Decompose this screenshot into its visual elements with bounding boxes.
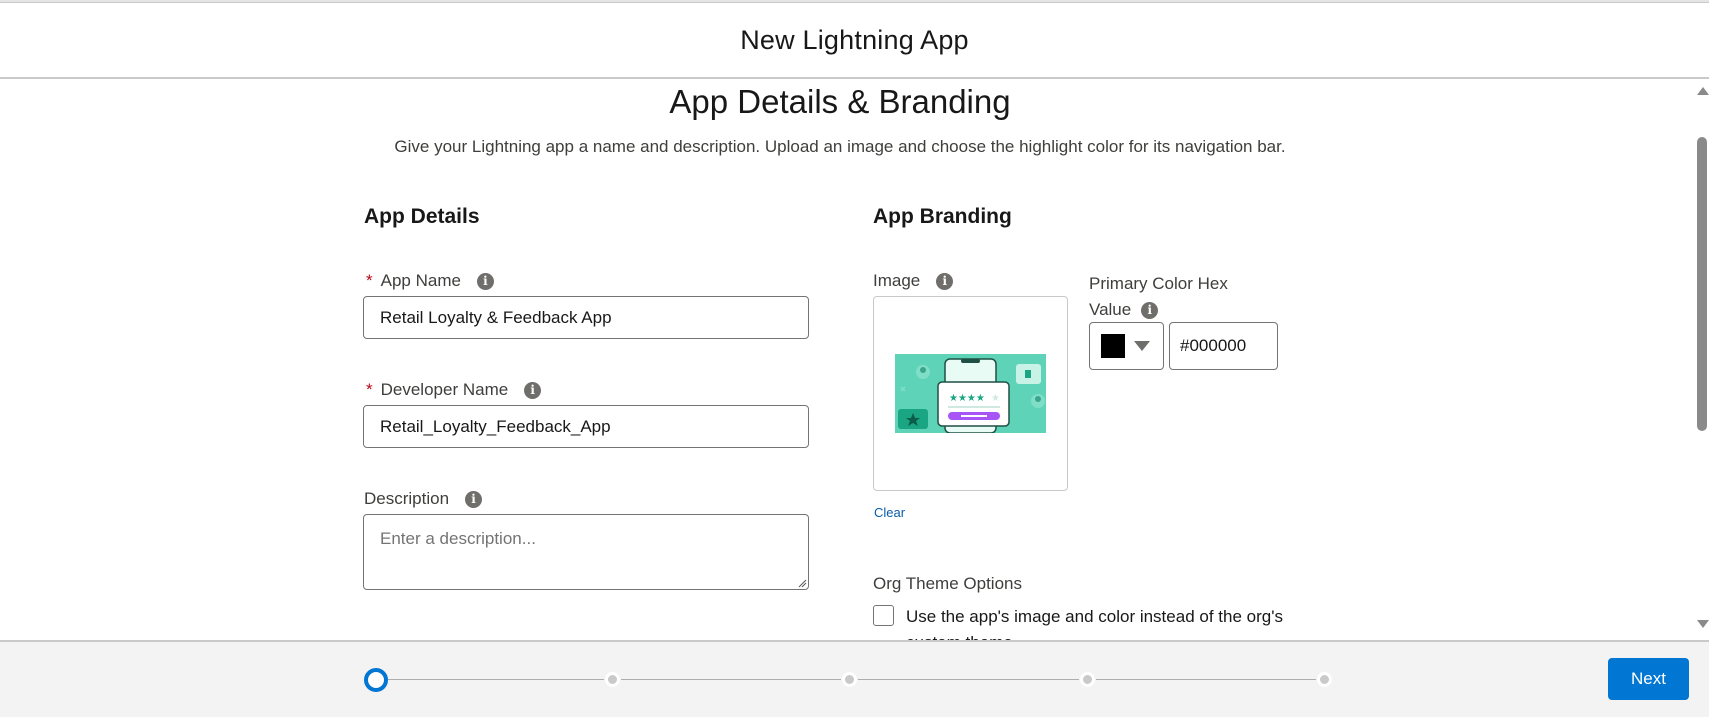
scroll-thumb[interactable] xyxy=(1697,137,1707,431)
info-icon[interactable]: i xyxy=(465,490,483,508)
modal-header: New Lightning App xyxy=(0,3,1709,79)
progress-step-2[interactable] xyxy=(605,672,620,687)
info-icon[interactable]: i xyxy=(1141,301,1159,319)
app-image-preview: ★★★★ ★ xyxy=(895,354,1046,433)
developer-name-label: * Developer Name i xyxy=(366,380,542,400)
description-label-text: Description xyxy=(364,489,450,508)
modal-body[interactable]: App Details & Branding Give your Lightni… xyxy=(0,81,1709,640)
progress-step-1[interactable] xyxy=(364,668,388,692)
info-icon[interactable]: i xyxy=(524,381,542,399)
progress-step-3[interactable] xyxy=(842,672,857,687)
image-label-text: Image xyxy=(873,271,921,290)
clear-image-link[interactable]: Clear xyxy=(874,505,905,520)
caret-down-icon xyxy=(1134,341,1150,351)
developer-name-label-text: Developer Name xyxy=(380,380,509,399)
app-image-upload[interactable]: ★★★★ ★ xyxy=(873,296,1068,491)
vertical-scrollbar[interactable] xyxy=(1694,81,1709,640)
color-picker-button[interactable] xyxy=(1089,322,1164,370)
progress-step-4[interactable] xyxy=(1080,672,1095,687)
scroll-up-arrow-icon[interactable] xyxy=(1697,87,1709,95)
info-icon[interactable]: i xyxy=(476,272,494,290)
progress-step-5[interactable] xyxy=(1317,672,1332,687)
app-name-label: * App Name i xyxy=(366,271,494,291)
app-name-input[interactable]: Retail Loyalty & Feedback App xyxy=(363,296,809,339)
modal-footer: Next xyxy=(0,640,1709,717)
developer-name-input[interactable]: Retail_Loyalty_Feedback_App xyxy=(363,405,809,448)
primary-color-label: Primary Color Hex Value i xyxy=(1089,271,1228,323)
app-details-heading: App Details xyxy=(364,205,480,228)
color-swatch xyxy=(1101,334,1125,358)
org-theme-checkbox-label: Use the app's image and color instead of… xyxy=(906,607,1283,640)
next-button[interactable]: Next xyxy=(1608,658,1689,700)
app-branding-heading: App Branding xyxy=(873,205,1012,228)
info-icon[interactable]: i xyxy=(936,272,954,290)
app-name-label-text: App Name xyxy=(380,271,461,290)
primary-color-label-line2-row: Value i xyxy=(1089,297,1228,323)
primary-color-label-line1: Primary Color Hex xyxy=(1089,274,1228,293)
resize-grip-icon[interactable] xyxy=(797,578,807,588)
description-label: Description i xyxy=(364,489,483,509)
required-marker: * xyxy=(366,271,373,290)
app-name-value: Retail Loyalty & Feedback App xyxy=(380,307,612,327)
required-marker: * xyxy=(366,380,373,399)
description-textarea[interactable] xyxy=(363,514,809,590)
image-label: Image i xyxy=(873,271,954,291)
page-title: App Details & Branding xyxy=(669,83,1011,120)
svg-text:★★★★: ★★★★ xyxy=(949,393,985,404)
svg-text:★: ★ xyxy=(991,393,1000,404)
org-theme-checkbox[interactable] xyxy=(873,605,894,626)
primary-color-label-line2: Value xyxy=(1089,300,1132,319)
org-theme-heading: Org Theme Options xyxy=(873,574,1022,593)
hex-color-value: #000000 xyxy=(1180,336,1247,355)
modal-title: New Lightning App xyxy=(740,24,969,55)
developer-name-value: Retail_Loyalty_Feedback_App xyxy=(380,416,611,436)
page-description: Give your Lightning app a name and descr… xyxy=(394,137,1286,156)
scroll-down-arrow-icon[interactable] xyxy=(1697,620,1709,628)
hex-color-input[interactable]: #000000 xyxy=(1169,322,1278,370)
